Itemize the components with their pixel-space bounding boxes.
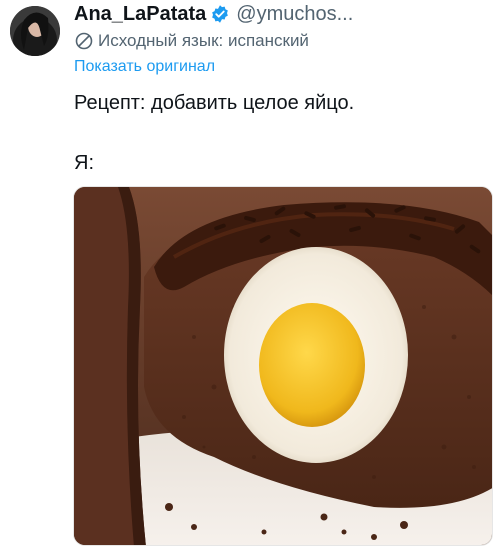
translate-icon <box>74 31 94 51</box>
cake-with-egg-image <box>74 187 492 545</box>
tweet-text: Рецепт: добавить целое яйцо. Я: <box>74 88 484 178</box>
translation-notice: Исходный язык: испанский <box>74 31 490 51</box>
avatar[interactable] <box>10 6 60 56</box>
handle[interactable]: @ymuchos... <box>236 3 353 26</box>
tweet-text-line-2: Я: <box>74 152 94 174</box>
tweet-text-spacer <box>74 118 484 148</box>
display-name[interactable]: Ana_LaPatata <box>74 3 206 26</box>
name-row: Ana_LaPatata @ymuchos... <box>74 2 490 26</box>
show-original-link[interactable]: Показать оригинал <box>74 57 490 77</box>
tweet-header: Ana_LaPatata @ymuchos... Исходный язык: … <box>74 2 490 77</box>
translation-notice-text: Исходный язык: испанский <box>98 31 309 50</box>
avatar-image <box>10 6 60 56</box>
tweet-media-image[interactable] <box>73 186 493 546</box>
tweet-text-line-1: Рецепт: добавить целое яйцо. <box>74 92 355 114</box>
verified-badge-icon <box>210 4 230 24</box>
